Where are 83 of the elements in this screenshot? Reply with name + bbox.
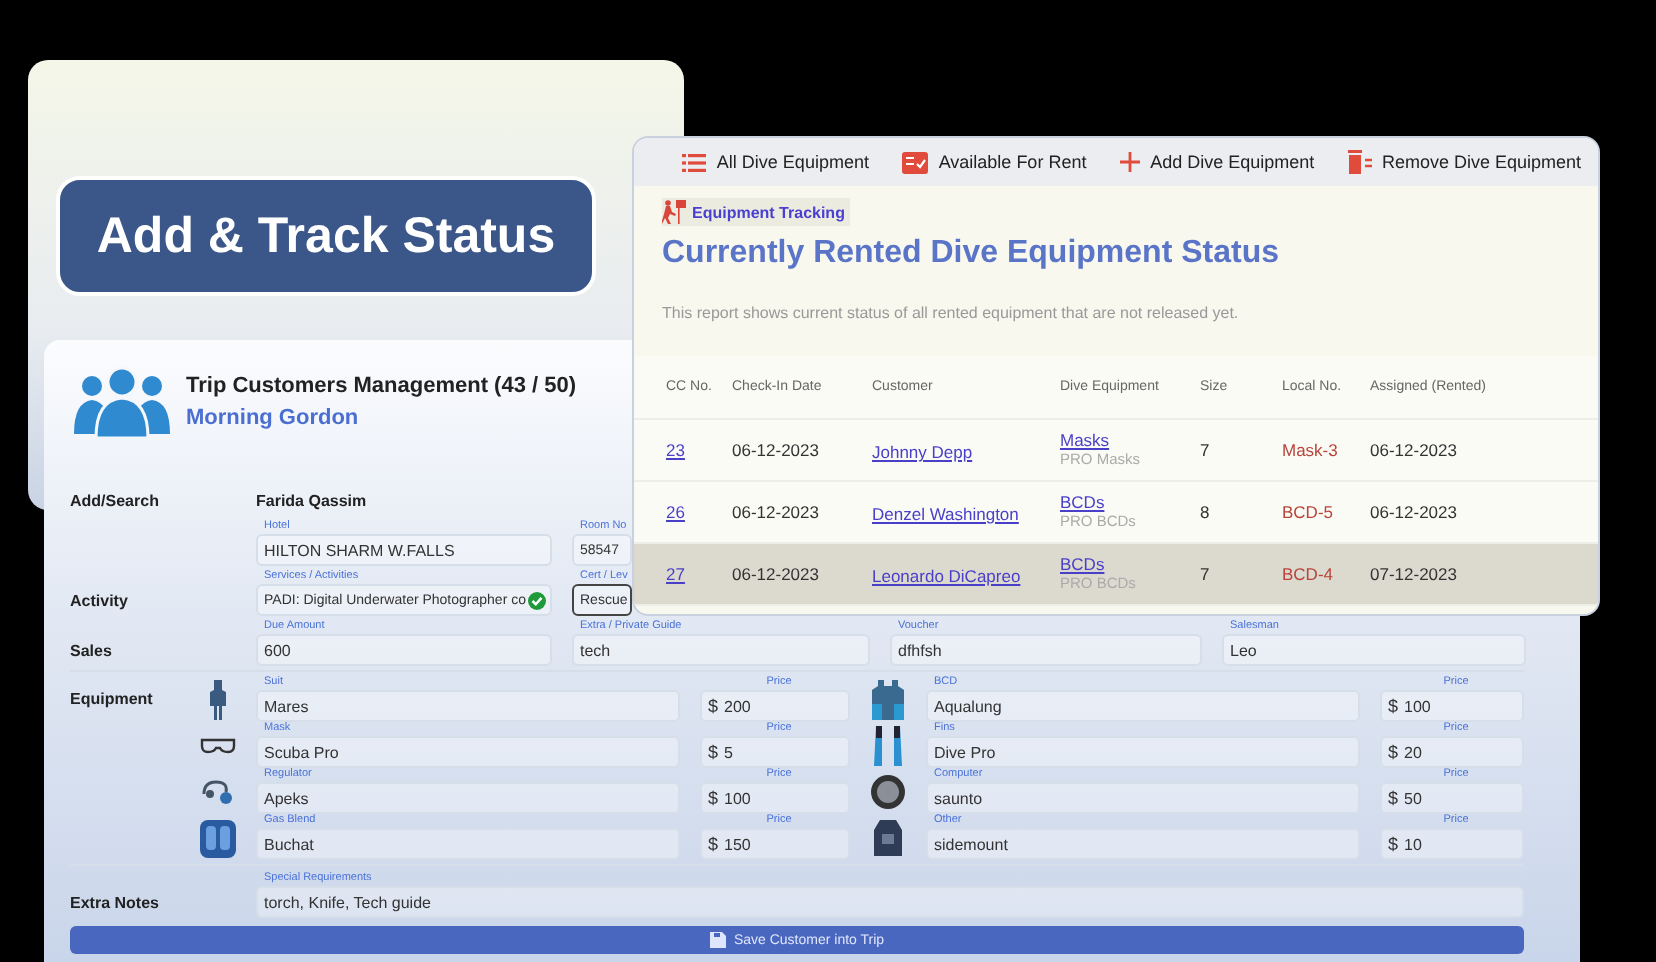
dive-computer-icon — [870, 773, 906, 809]
customer-link[interactable]: Johnny Depp — [872, 442, 973, 462]
currency-sign: $ — [708, 696, 719, 716]
plus-icon — [1120, 152, 1141, 172]
report-title: Currently Rented Dive Equipment Status — [662, 236, 1281, 272]
table-cell-text: 06-12-2023 — [1370, 502, 1459, 522]
cc-number-link[interactable]: 27 — [666, 564, 685, 584]
save-icon — [709, 932, 726, 948]
input-field[interactable]: $ 50 — [1380, 782, 1524, 814]
fins-icon — [872, 725, 904, 765]
input-field[interactable]: Buchat — [256, 828, 680, 860]
currency-sign: $ — [1388, 696, 1399, 716]
row-label: Add/Search — [70, 492, 161, 514]
input-field[interactable]: Scuba Pro — [256, 736, 680, 768]
input-field[interactable]: Mares — [256, 690, 680, 722]
table-cell-text: BCD-5 — [1282, 502, 1336, 522]
trash-icon — [1347, 150, 1372, 174]
input-field[interactable]: saunto — [926, 782, 1360, 814]
people-group-icon — [70, 365, 174, 437]
table-cell-text: 7 — [1200, 440, 1212, 460]
section-tag: Equipment Tracking — [662, 198, 851, 226]
table-cell-text: 8 — [1200, 502, 1212, 522]
status-banner: Add & Track Status — [56, 176, 596, 296]
input-field[interactable]: dfhfsh — [890, 634, 1202, 666]
input-field[interactable]: sidemount — [926, 828, 1360, 860]
wetsuit-icon — [210, 679, 226, 719]
gear-bag-icon — [874, 817, 902, 857]
table-cell-text: Mask-3 — [1282, 440, 1340, 460]
table-cell-text: 06-12-2023 — [1370, 440, 1459, 460]
input-field[interactable]: $ 200 — [700, 690, 850, 722]
hiker-sign-icon — [662, 200, 686, 224]
table-cell-text: BCD-4 — [1282, 564, 1336, 584]
row-label: Activity — [70, 592, 130, 614]
input-field[interactable]: 600 — [256, 634, 552, 666]
input-field[interactable]: Aqualung — [926, 690, 1360, 722]
toolbar-button[interactable]: All Dive Equipment — [682, 152, 869, 172]
currency-sign: $ — [1388, 788, 1399, 808]
backpack-icon — [198, 815, 238, 859]
input-field[interactable]: torch, Knife, Tech guide — [256, 886, 1524, 918]
input-field[interactable]: $ 20 — [1380, 736, 1524, 768]
vest-icon — [872, 679, 904, 719]
customer-link[interactable]: Denzel Washington — [872, 504, 1019, 524]
table-cell-text: 7 — [1200, 564, 1212, 584]
row-label: Extra Notes — [70, 894, 161, 916]
list-icon — [682, 153, 707, 171]
row-label: Equipment — [70, 690, 155, 708]
cc-number-link[interactable]: 23 — [666, 440, 685, 460]
window-title: Trip Customers Management (43 / 50) — [186, 373, 576, 397]
toolbar-button[interactable]: Available For Rent — [902, 151, 1087, 173]
currency-sign: $ — [708, 742, 719, 762]
input-field[interactable]: $ 100 — [700, 782, 850, 814]
regulator-icon — [200, 777, 236, 805]
equipment-link[interactable]: Masks — [1060, 430, 1200, 450]
table-cell-text: 06-12-2023 — [732, 502, 821, 522]
input-field[interactable]: $ 5 — [700, 736, 850, 768]
input-field[interactable]: Leo — [1222, 634, 1526, 666]
report-description: This report shows current status of all rented equipment that are not released yet. — [662, 304, 1241, 322]
toolbar-button[interactable]: Add Dive Equipment — [1120, 152, 1315, 172]
checklist-icon — [902, 151, 929, 173]
currency-sign: $ — [1388, 742, 1399, 762]
equipment-link[interactable]: BCDs — [1060, 492, 1200, 512]
dive-mask-icon — [200, 736, 236, 754]
input-field[interactable]: Apeks — [256, 782, 680, 814]
table-cell-text: 06-12-2023 — [732, 564, 821, 584]
customer-name: Farida Qassim — [256, 492, 367, 514]
table-cell-text: 06-12-2023 — [732, 440, 821, 460]
input-field[interactable]: tech — [572, 634, 870, 666]
toolbar-button[interactable]: Remove Dive Equipment — [1347, 150, 1582, 174]
cc-number-link[interactable]: 26 — [666, 502, 685, 522]
customer-link[interactable]: Leonardo DiCapreo — [872, 566, 1021, 586]
input-field[interactable]: Dive Pro — [926, 736, 1360, 768]
currency-sign: $ — [708, 834, 719, 854]
check-icon — [528, 592, 546, 610]
input-field[interactable]: $ 150 — [700, 828, 850, 860]
input-field[interactable]: $ 100 — [1380, 690, 1524, 722]
table-cell-text: 07-12-2023 — [1370, 564, 1459, 584]
currency-sign: $ — [708, 788, 719, 808]
trip-name: Morning Gordon — [186, 405, 361, 429]
input-field[interactable]: HILTON SHARM W.FALLS — [256, 534, 552, 566]
row-label: Sales — [70, 642, 114, 664]
input-field[interactable]: $ 10 — [1380, 828, 1524, 860]
equipment-link[interactable]: BCDs — [1060, 554, 1200, 574]
currency-sign: $ — [1388, 834, 1399, 854]
